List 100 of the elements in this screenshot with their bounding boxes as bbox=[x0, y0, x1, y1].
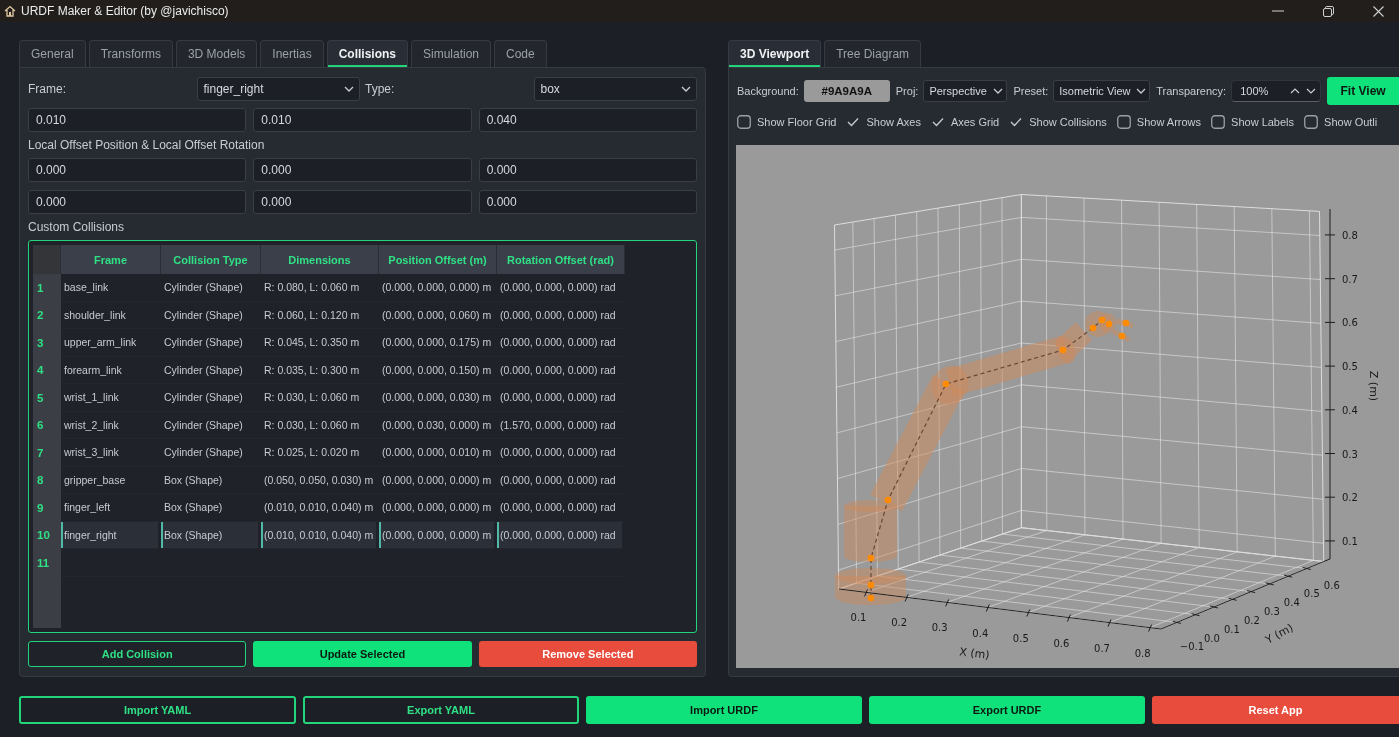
column-header[interactable]: Collision Type bbox=[161, 245, 261, 274]
checkbox-icon bbox=[1304, 115, 1319, 129]
checkmark-icon bbox=[931, 117, 944, 127]
input-field[interactable]: 0.000 bbox=[28, 158, 247, 182]
input-field[interactable]: 0.010 bbox=[253, 108, 472, 132]
action-button[interactable]: Add Collision bbox=[28, 641, 247, 667]
caret-icon[interactable] bbox=[344, 86, 354, 92]
action-button[interactable]: Export YAML bbox=[303, 696, 579, 724]
tick-label: 0.2 bbox=[1342, 492, 1358, 504]
chevron-up-icon[interactable] bbox=[1290, 88, 1301, 94]
color-button[interactable]: #9A9A9A bbox=[803, 80, 890, 102]
tick-label: −0.1 bbox=[1179, 641, 1205, 653]
section-label: Custom Collisions bbox=[28, 219, 126, 235]
action-button[interactable]: Import YAML bbox=[19, 696, 296, 724]
tick-label: 0.4 bbox=[1283, 597, 1300, 609]
checkbox[interactable]: Show Arrows bbox=[1116, 115, 1202, 129]
column-header[interactable]: Position Offset (m) bbox=[379, 245, 497, 274]
tab[interactable]: Inertias bbox=[260, 40, 324, 67]
3d-plot[interactable]: 0.1 0.2 0.3 0.4 0.5 0.6 0.7 0.8 −0.1 0.0 0.1 0.2 0.3 0.4 0.5 0.6 0.8 0.7 0.6 0.5 0.4 0.3 0.2 0.1 X (m) Y (m) Z (m) bbox=[736, 145, 1399, 668]
window-title: URDF Maker & Editor (by @javichisco) bbox=[21, 4, 229, 18]
type-dropdown[interactable]: box bbox=[533, 77, 697, 101]
input-field[interactable]: 0.000 bbox=[478, 190, 697, 214]
tab[interactable]: Code bbox=[494, 40, 547, 67]
input-field[interactable]: 0.010 bbox=[28, 108, 247, 132]
tick-label: 0.6 bbox=[1342, 317, 1358, 329]
table-cell: R: 0.045, L: 0.350 m bbox=[261, 329, 379, 357]
checkbox[interactable]: Show Outli bbox=[1304, 115, 1378, 129]
preset-dropdown[interactable]: Isometric View bbox=[1053, 80, 1151, 102]
transparency-spinbox[interactable]: 100% bbox=[1231, 80, 1322, 102]
tick-label: 0.4 bbox=[972, 627, 989, 639]
table-cell: (0.000, 0.000, 0.000) rad bbox=[497, 439, 625, 467]
table-cell: Cylinder (Shape) bbox=[161, 384, 261, 412]
column-header[interactable]: Frame bbox=[61, 245, 161, 274]
tick-label: 0.2 bbox=[891, 617, 908, 629]
tab[interactable]: Simulation bbox=[411, 40, 492, 67]
table-cell: upper_arm_link bbox=[61, 329, 161, 357]
tick-label: 0.8 bbox=[1342, 229, 1358, 241]
chevron-down-icon[interactable] bbox=[1306, 88, 1317, 94]
tab[interactable]: General bbox=[19, 40, 86, 67]
table-cell: (0.000, 0.000, 0.000) rad bbox=[497, 494, 625, 522]
table-cell: R: 0.030, L: 0.060 m bbox=[261, 384, 379, 412]
action-button[interactable]: Reset App bbox=[1152, 696, 1399, 724]
frame-dropdown[interactable]: finger_right bbox=[196, 77, 360, 101]
tick-label: 0.0 bbox=[1203, 632, 1220, 644]
action-button[interactable]: Export URDF bbox=[869, 696, 1145, 724]
axis-label: X (m) bbox=[958, 645, 991, 662]
table-cell: finger_right bbox=[61, 521, 161, 549]
close-icon[interactable] bbox=[1373, 5, 1384, 17]
tick-label: 0.1 bbox=[1223, 623, 1240, 635]
caret-icon[interactable] bbox=[993, 88, 1004, 94]
table-cell: (0.000, 0.000, 0.000) rad bbox=[497, 384, 625, 412]
checkmark-icon bbox=[847, 117, 860, 127]
table-cell: R: 0.080, L: 0.060 m bbox=[261, 274, 379, 302]
table-cell: (0.000, 0.000, 0.000) rad bbox=[497, 329, 625, 357]
table-cell: R: 0.025, L: 0.020 m bbox=[261, 439, 379, 467]
field-label: Proj: bbox=[895, 85, 919, 97]
tick-label: 0.1 bbox=[850, 612, 867, 624]
checkbox[interactable]: Show Floor Grid bbox=[737, 115, 837, 129]
tab[interactable]: Transforms bbox=[88, 40, 173, 67]
projection-dropdown[interactable]: Perspective bbox=[923, 80, 1008, 102]
input-field[interactable]: 0.000 bbox=[253, 190, 472, 214]
tab[interactable]: 3D Viewport bbox=[728, 40, 822, 67]
tick-label: 0.3 bbox=[1342, 448, 1358, 460]
tab[interactable]: 3D Models bbox=[175, 40, 258, 67]
table-cell: wrist_3_link bbox=[61, 439, 161, 467]
table-cell: (0.000, 0.000, 0.000) m bbox=[379, 274, 497, 302]
column-header[interactable]: Rotation Offset (rad) bbox=[497, 245, 625, 274]
checkmark-icon bbox=[1010, 117, 1023, 127]
table-cell: base_link bbox=[61, 274, 161, 302]
table-cell: (0.000, 0.000, 0.010) m bbox=[379, 439, 497, 467]
input-field[interactable]: 0.000 bbox=[478, 158, 697, 182]
tick-label: 0.5 bbox=[1342, 361, 1358, 373]
tab[interactable]: Tree Diagram bbox=[824, 40, 922, 67]
field-label: Frame: bbox=[28, 82, 67, 96]
table-cell: Cylinder (Shape) bbox=[161, 274, 261, 302]
tick-label: 0.5 bbox=[1012, 632, 1029, 644]
tick-label: 0.1 bbox=[1342, 535, 1358, 547]
table-cell: (0.010, 0.010, 0.040) m bbox=[261, 494, 379, 522]
caret-icon[interactable] bbox=[681, 86, 691, 92]
caret-icon[interactable] bbox=[1136, 88, 1147, 94]
checkbox[interactable]: Show Labels bbox=[1211, 115, 1295, 129]
input-field[interactable]: 0.040 bbox=[478, 108, 697, 132]
checkbox-icon bbox=[1211, 115, 1226, 129]
column-header[interactable]: Dimensions bbox=[261, 245, 379, 274]
tick-label: 0.6 bbox=[1053, 637, 1070, 649]
restore-icon[interactable] bbox=[1323, 5, 1334, 17]
table-cell: (0.000, 0.000, 0.000) m bbox=[379, 494, 497, 522]
action-button[interactable]: Update Selected bbox=[253, 641, 472, 667]
action-button[interactable]: Remove Selected bbox=[478, 641, 697, 667]
input-field[interactable]: 0.000 bbox=[253, 158, 472, 182]
input-field[interactable]: 0.000 bbox=[28, 190, 247, 214]
checkbox[interactable]: Axes Grid bbox=[930, 116, 1000, 128]
fit-view-button[interactable]: Fit View bbox=[1327, 77, 1399, 105]
table-cell: (0.000, 0.000, 0.030) m bbox=[379, 384, 497, 412]
action-button[interactable]: Import URDF bbox=[586, 696, 862, 724]
checkbox[interactable]: Show Collisions bbox=[1009, 116, 1107, 128]
tab[interactable]: Collisions bbox=[326, 40, 408, 67]
checkbox[interactable]: Show Axes bbox=[846, 116, 921, 128]
table-cell: Box (Shape) bbox=[161, 521, 261, 549]
tick-label: 0.2 bbox=[1243, 614, 1260, 626]
